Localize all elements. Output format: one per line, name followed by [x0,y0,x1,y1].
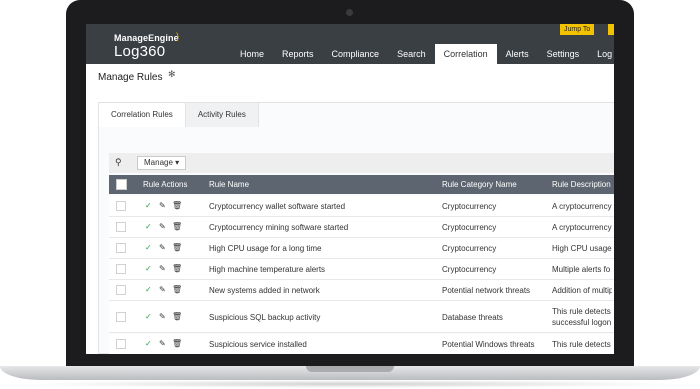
rule-description: High CPU usage fo [552,244,612,253]
jump-to-button[interactable]: Jump To [560,24,595,35]
nav-tab-compliance[interactable]: Compliance [323,44,389,64]
rule-name[interactable]: Cryptocurrency mining software started [209,223,348,232]
table-row: ✓ ✎ 🗑 Suspicious SQL backup activity Dat… [109,301,614,333]
row-checkbox[interactable] [116,222,126,232]
row-checkbox[interactable] [116,312,126,322]
delete-trash-icon[interactable]: 🗑 [172,201,182,210]
edit-pencil-icon[interactable]: ✎ [159,339,166,348]
nav-tab-settings[interactable]: Settings [538,44,589,64]
delete-trash-icon[interactable]: 🗑 [172,264,182,273]
row-checkbox[interactable] [116,339,126,349]
rule-name[interactable]: Suspicious service installed [209,340,307,349]
edit-pencil-icon[interactable]: ✎ [159,312,166,321]
edit-pencil-icon[interactable]: ✎ [159,264,166,273]
rule-name[interactable]: Suspicious SQL backup activity [209,313,320,322]
laptop-shadow [20,380,680,388]
camera-icon [346,9,353,16]
delete-trash-icon[interactable]: 🗑 [172,285,182,294]
enabled-check-icon[interactable]: ✓ [145,312,152,321]
rule-category: Potential network threats [442,286,531,295]
rule-name[interactable]: High machine temperature alerts [209,265,325,274]
row-checkbox[interactable] [116,285,126,295]
rule-description: Addition of multip [552,286,612,295]
table-row: ✓ ✎ 🗑 New systems added in network Poten… [109,280,614,301]
rule-description: This rule detects s [552,307,612,316]
nav-tab-correlation[interactable]: Correlation [434,44,497,64]
edit-pencil-icon[interactable]: ✎ [159,243,166,252]
header-rule-name[interactable]: Rule Name [209,175,249,194]
rule-category: Cryptocurrency [442,202,497,211]
quick-link-button[interactable] [608,24,614,35]
edit-pencil-icon[interactable]: ✎ [159,201,166,210]
rule-category: Potential Windows threats [442,340,535,349]
enabled-check-icon[interactable]: ✓ [145,339,152,348]
rule-category: Database threats [442,313,503,322]
rule-category: Cryptocurrency [442,223,497,232]
lightbulb-icon[interactable]: ✻ [168,69,176,80]
top-bar: ManageEngine ) Log360 Jump To Home Repor… [86,24,614,64]
rule-name[interactable]: New systems added in network [209,286,320,295]
header-rule-actions: Rule Actions [143,180,188,189]
enabled-check-icon[interactable]: ✓ [145,222,152,231]
brand-product[interactable]: Log360 [114,43,165,60]
delete-trash-icon[interactable]: 🗑 [172,222,182,231]
app-screen: ManageEngine ) Log360 Jump To Home Repor… [86,24,614,354]
nav-tab-home[interactable]: Home [231,44,273,64]
enabled-check-icon[interactable]: ✓ [145,285,152,294]
main-nav: Home Reports Compliance Search Correlati… [231,44,614,64]
brand-company: ManageEngine [114,33,179,43]
delete-trash-icon[interactable]: 🗑 [172,312,182,321]
rule-category: Cryptocurrency [442,265,497,274]
edit-pencil-icon[interactable]: ✎ [159,222,166,231]
rule-name[interactable]: High CPU usage for a long time [209,244,322,253]
search-icon[interactable]: ⚲ [115,157,122,168]
row-checkbox[interactable] [116,201,126,211]
table-row: ✓ ✎ 🗑 Cryptocurrency mining software sta… [109,217,614,238]
rule-description: This rule detects [552,340,611,349]
rule-description: A cryptocurrency [552,223,612,232]
manage-dropdown[interactable]: Manage ▾ [137,156,187,170]
rule-description-line2: successful logon t [552,318,612,327]
tab-activity-rules[interactable]: Activity Rules [185,103,259,127]
select-all-checkbox[interactable] [116,179,127,190]
rule-description: A cryptocurrency [552,202,612,211]
table-row: ✓ ✎ 🗑 Suspicious service installed Poten… [109,334,614,354]
delete-trash-icon[interactable]: 🗑 [172,339,182,348]
enabled-check-icon[interactable]: ✓ [145,201,152,210]
rules-panel: Correlation Rules Activity Rules ⚲ Manag… [98,102,614,354]
header-rule-category[interactable]: Rule Category Name [442,175,517,194]
header-rule-description[interactable]: Rule Description [552,175,611,194]
rule-tabs: Correlation Rules Activity Rules [99,103,259,127]
table-header: Rule Actions Rule Name Rule Category Nam… [109,175,614,194]
nav-tab-log-me[interactable]: Log Me [588,44,614,64]
table-toolbar: ⚲ Manage ▾ [109,153,614,173]
rule-category: Cryptocurrency [442,244,497,253]
tab-correlation-rules[interactable]: Correlation Rules [99,103,186,127]
row-checkbox[interactable] [116,264,126,274]
delete-trash-icon[interactable]: 🗑 [172,243,182,252]
laptop-notch [306,366,394,372]
nav-tab-alerts[interactable]: Alerts [497,44,538,64]
edit-pencil-icon[interactable]: ✎ [159,285,166,294]
rule-name[interactable]: Cryptocurrency wallet software started [209,202,345,211]
enabled-check-icon[interactable]: ✓ [145,243,152,252]
table-row: ✓ ✎ 🗑 Cryptocurrency wallet software sta… [109,196,614,217]
nav-tab-search[interactable]: Search [388,44,435,64]
page-title: Manage Rules [98,72,163,83]
table-row: ✓ ✎ 🗑 High machine temperature alerts Cr… [109,259,614,280]
rule-description: Multiple alerts fo [552,265,611,274]
row-checkbox[interactable] [116,243,126,253]
brand-swoosh-icon: ) [176,31,179,41]
enabled-check-icon[interactable]: ✓ [145,264,152,273]
table-row: ✓ ✎ 🗑 High CPU usage for a long time Cry… [109,238,614,259]
nav-tab-reports[interactable]: Reports [273,44,323,64]
